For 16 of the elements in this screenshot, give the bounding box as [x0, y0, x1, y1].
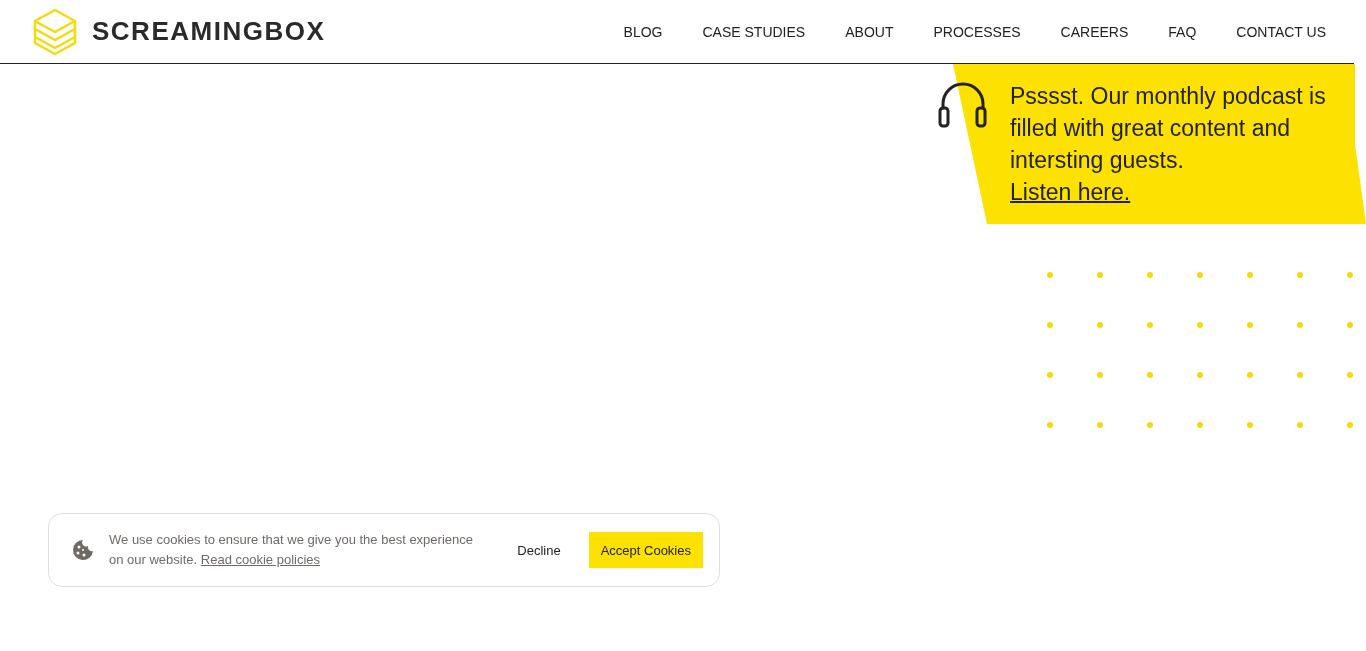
headphones-icon [938, 82, 988, 128]
promo-text: Psssst. Our monthly podcast is filled with great content and intersting guests. [1010, 83, 1326, 173]
cookie-icon [72, 539, 94, 561]
nav-link[interactable]: PROCESSES [933, 23, 1021, 40]
logo-icon [32, 7, 78, 56]
logo-text[interactable]: SCREAMINGBOX [92, 16, 326, 47]
cookie-policy-link[interactable]: Read cookie policies [200, 552, 321, 567]
nav-link[interactable]: CONTACT US [1236, 23, 1326, 40]
nav-link[interactable]: ABOUT [845, 23, 894, 40]
nav-link[interactable]: CASE STUDIES [702, 23, 806, 40]
cookie-text: We use cookies to ensure that we give you the best experience on our website. Read cookie policies [109, 531, 474, 569]
accept-button[interactable]: Accept Cookies [588, 532, 703, 568]
nav-link[interactable]: FAQ [1168, 23, 1197, 40]
nav-link[interactable]: CAREERS [1060, 23, 1129, 40]
listen-link[interactable]: Listen here. [1010, 179, 1131, 205]
nav-link[interactable]: BLOG [623, 23, 663, 40]
